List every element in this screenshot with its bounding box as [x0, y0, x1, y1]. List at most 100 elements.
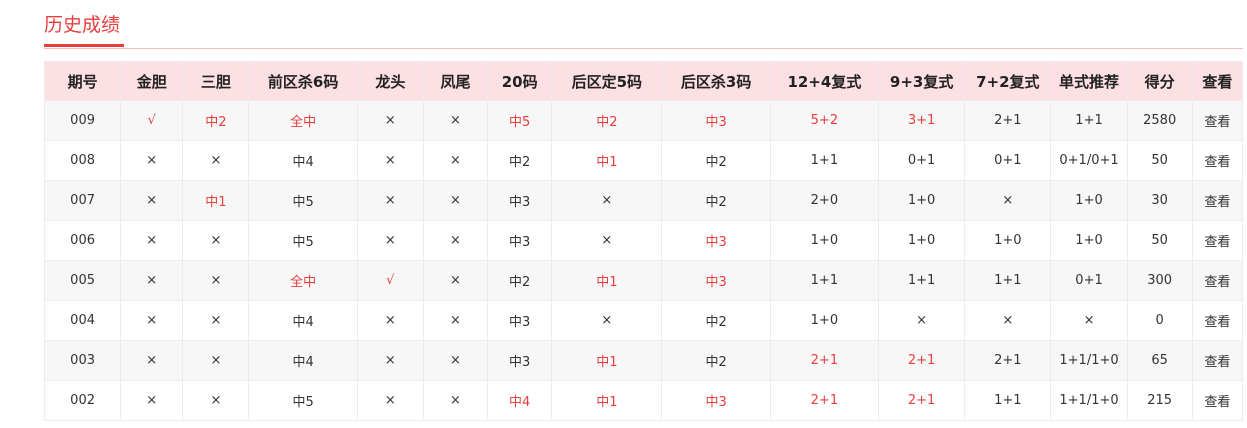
column-header-golden-pick: 金胆	[120, 61, 184, 101]
cell-back-fix-5: ×	[551, 300, 663, 341]
cell-dragon-head: √	[356, 260, 424, 301]
view-link[interactable]: 查看	[1191, 180, 1244, 221]
view-link[interactable]: 查看	[1191, 260, 1244, 301]
view-link[interactable]: 查看	[1191, 140, 1244, 181]
table-row: 007 × 中1 中5 × × 中3 × 中2 2+0 1+0 × 1+0 30 查看	[43, 180, 1244, 221]
cell-7-2-combo: 2+1	[964, 100, 1052, 141]
history-table: 期号 金胆 三胆 前区杀6码 龙头 凤尾 20码 后区定5码 后区杀3码 12+4复式 9+3复式 7…	[43, 61, 1244, 421]
cell-12-4-combo: 1+0	[769, 220, 880, 261]
cell-7-2-combo: ×	[964, 300, 1052, 341]
column-header-three-picks: 三胆	[182, 61, 250, 101]
view-link[interactable]: 查看	[1191, 100, 1244, 141]
cell-20-codes: 中4	[487, 380, 553, 421]
cell-score: 0	[1126, 300, 1193, 341]
cell-front-kill-6: 中4	[248, 340, 358, 381]
cell-dragon-head: ×	[356, 340, 424, 381]
cell-dragon-head: ×	[356, 220, 424, 261]
cell-dragon-head: ×	[356, 380, 424, 421]
column-header-dragon-head: 龙头	[356, 61, 424, 101]
cell-7-2-combo: 1+1	[964, 380, 1052, 421]
view-link[interactable]: 查看	[1191, 380, 1244, 421]
header-divider	[44, 48, 1243, 49]
cell-golden-pick: ×	[120, 300, 184, 341]
cell-7-2-combo: ×	[964, 180, 1052, 221]
column-header-front-kill-6: 前区杀6码	[248, 61, 358, 101]
cell-front-kill-6: 中4	[248, 140, 358, 181]
cell-golden-pick: ×	[120, 180, 184, 221]
cell-three-picks: ×	[182, 220, 250, 261]
cell-12-4-combo: 5+2	[769, 100, 880, 141]
cell-12-4-combo: 2+1	[769, 380, 880, 421]
cell-phoenix-tail: ×	[422, 300, 489, 341]
cell-dragon-head: ×	[356, 140, 424, 181]
view-link[interactable]: 查看	[1191, 300, 1244, 341]
cell-three-picks: 中2	[182, 100, 250, 141]
cell-golden-pick: ×	[120, 260, 184, 301]
cell-9-3-combo: 2+1	[878, 380, 966, 421]
cell-period: 006	[43, 220, 122, 261]
table-row: 006 × × 中5 × × 中3 × 中3 1+0 1+0 1+0 1+0 50 查看	[43, 220, 1244, 261]
cell-score: 300	[1126, 260, 1193, 301]
cell-9-3-combo: 3+1	[878, 100, 966, 141]
view-link[interactable]: 查看	[1191, 340, 1244, 381]
cell-golden-pick: ×	[120, 340, 184, 381]
cell-three-picks: ×	[182, 340, 250, 381]
cell-score: 50	[1126, 220, 1193, 261]
cell-phoenix-tail: ×	[422, 140, 489, 181]
cell-single-pick: 0+1	[1050, 260, 1128, 301]
cell-back-kill-3: 中2	[661, 140, 771, 181]
cell-20-codes: 中3	[487, 340, 553, 381]
cell-single-pick: 0+1/0+1	[1050, 140, 1128, 181]
cell-front-kill-6: 中5	[248, 220, 358, 261]
table-row: 005 × × 全中 √ × 中2 中1 中3 1+1 1+1 1+1 0+1 300 查看	[43, 260, 1244, 301]
cell-back-fix-5: 中1	[551, 140, 663, 181]
table-row: 004 × × 中4 × × 中3 × 中2 1+0 × × × 0 查看	[43, 300, 1244, 341]
column-header-back-kill-3: 后区杀3码	[661, 61, 771, 101]
cell-score: 65	[1126, 340, 1193, 381]
table-row: 009 √ 中2 全中 × × 中5 中2 中3 5+2 3+1 2+1 1+1 2580 查看	[43, 100, 1244, 141]
cell-golden-pick: ×	[120, 220, 184, 261]
cell-single-pick: 1+1	[1050, 100, 1128, 141]
cell-score: 50	[1126, 140, 1193, 181]
column-header-12-4-combo: 12+4复式	[769, 61, 880, 101]
column-header-period: 期号	[43, 61, 122, 101]
cell-dragon-head: ×	[356, 300, 424, 341]
cell-20-codes: 中2	[487, 140, 553, 181]
cell-single-pick: 1+1/1+0	[1050, 380, 1128, 421]
cell-front-kill-6: 全中	[248, 100, 358, 141]
cell-dragon-head: ×	[356, 180, 424, 221]
cell-7-2-combo: 2+1	[964, 340, 1052, 381]
cell-front-kill-6: 中5	[248, 180, 358, 221]
column-header-view: 查看	[1191, 61, 1244, 101]
cell-period: 007	[43, 180, 122, 221]
cell-20-codes: 中3	[487, 180, 553, 221]
cell-three-picks: ×	[182, 140, 250, 181]
section-header: 历史成绩	[44, 0, 1243, 50]
cell-score: 215	[1126, 380, 1193, 421]
cell-back-fix-5: 中1	[551, 340, 663, 381]
column-header-single-pick: 单式推荐	[1050, 61, 1128, 101]
cell-back-kill-3: 中2	[661, 300, 771, 341]
cell-phoenix-tail: ×	[422, 100, 489, 141]
cell-9-3-combo: 1+0	[878, 220, 966, 261]
cell-back-kill-3: 中3	[661, 260, 771, 301]
cell-20-codes: 中3	[487, 220, 553, 261]
cell-back-kill-3: 中3	[661, 100, 771, 141]
cell-back-fix-5: 中1	[551, 380, 663, 421]
cell-12-4-combo: 1+1	[769, 260, 880, 301]
cell-12-4-combo: 1+1	[769, 140, 880, 181]
cell-9-3-combo: 1+0	[878, 180, 966, 221]
cell-single-pick: 1+0	[1050, 180, 1128, 221]
table-row: 003 × × 中4 × × 中3 中1 中2 2+1 2+1 2+1 1+1/1+0 65 查看	[43, 340, 1244, 381]
title-underline	[44, 44, 124, 47]
cell-7-2-combo: 0+1	[964, 140, 1052, 181]
cell-phoenix-tail: ×	[422, 260, 489, 301]
cell-back-kill-3: 中2	[661, 180, 771, 221]
cell-7-2-combo: 1+1	[964, 260, 1052, 301]
section-title: 历史成绩	[44, 14, 121, 36]
view-link[interactable]: 查看	[1191, 220, 1244, 261]
cell-golden-pick: ×	[120, 140, 184, 181]
cell-12-4-combo: 1+0	[769, 300, 880, 341]
cell-golden-pick: √	[120, 100, 184, 141]
cell-12-4-combo: 2+1	[769, 340, 880, 381]
